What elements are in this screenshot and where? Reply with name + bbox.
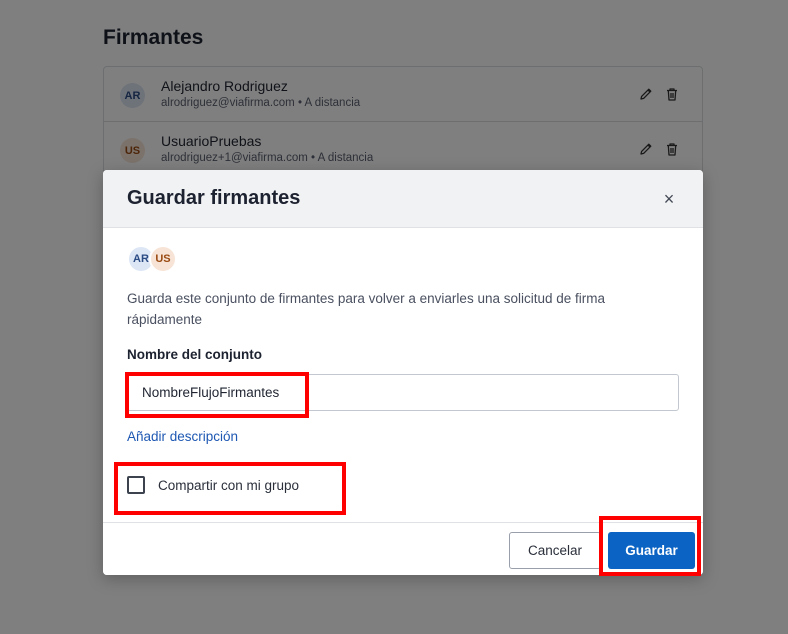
share-group-label: Compartir con mi grupo	[158, 477, 300, 493]
avatar: US	[149, 245, 177, 273]
set-name-label: Nombre del conjunto	[127, 347, 262, 362]
dialog-header: Guardar firmantes ×	[103, 170, 703, 228]
signer-avatars: AR US	[127, 245, 187, 273]
close-icon[interactable]: ×	[659, 189, 679, 209]
dialog-description: Guarda este conjunto de firmantes para v…	[127, 291, 606, 327]
cancel-button[interactable]: Cancelar	[509, 532, 601, 569]
save-button[interactable]: Guardar	[608, 532, 695, 569]
add-description-link[interactable]: Añadir descripción	[127, 429, 238, 444]
dialog-footer: Cancelar Guardar	[103, 522, 703, 575]
share-group-checkbox[interactable]	[127, 476, 145, 494]
save-signers-dialog: Guardar firmantes × AR US Guarda este co…	[103, 170, 703, 575]
share-group-option[interactable]: Compartir con mi grupo	[127, 475, 299, 495]
set-name-input[interactable]	[127, 374, 679, 411]
dialog-title: Guardar firmantes	[127, 187, 301, 209]
